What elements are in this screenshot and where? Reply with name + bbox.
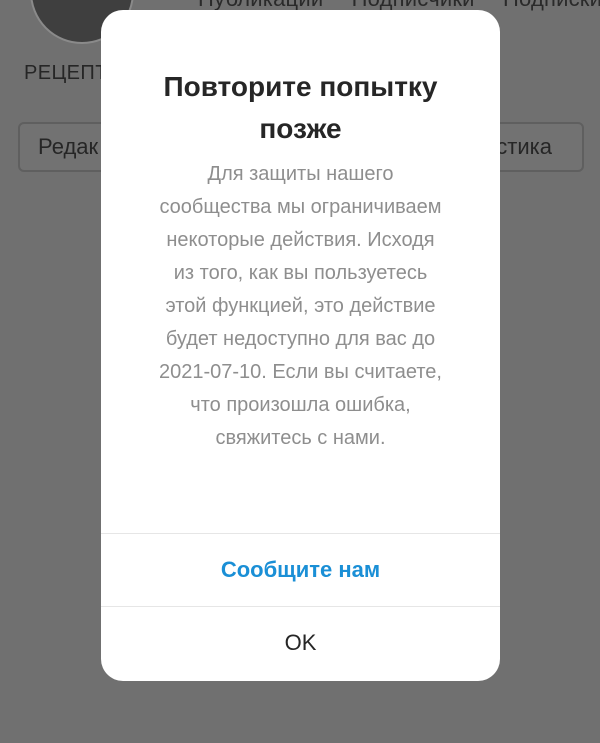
dialog-title: Повторите попытку позже xyxy=(163,71,438,144)
stat-following-label: Подписки xyxy=(503,0,600,11)
profile-username: РЕЦЕПТ xyxy=(24,62,108,84)
ok-button[interactable]: OK xyxy=(101,607,500,679)
dialog-message: Для защиты нашего сообщества мы ограничи… xyxy=(159,163,442,449)
report-button[interactable]: Сообщите нам xyxy=(101,534,500,606)
try-again-later-dialog: Повторите попытку позже Для защиты нашег… xyxy=(101,10,500,681)
